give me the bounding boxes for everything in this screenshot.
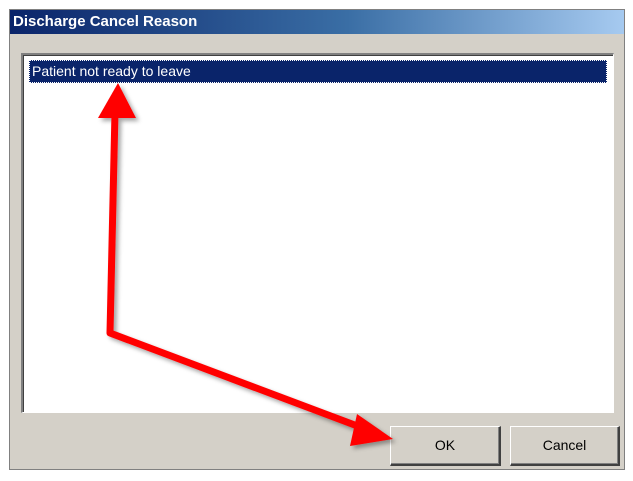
discharge-cancel-reason-dialog: Discharge Cancel Reason Patient not read… [9, 9, 625, 470]
cancel-button[interactable]: Cancel [510, 426, 620, 466]
list-item[interactable]: Patient not ready to leave [29, 60, 607, 83]
reason-listbox[interactable]: Patient not ready to leave [21, 53, 614, 413]
dialog-title: Discharge Cancel Reason [10, 10, 624, 34]
ok-button[interactable]: OK [390, 426, 501, 466]
